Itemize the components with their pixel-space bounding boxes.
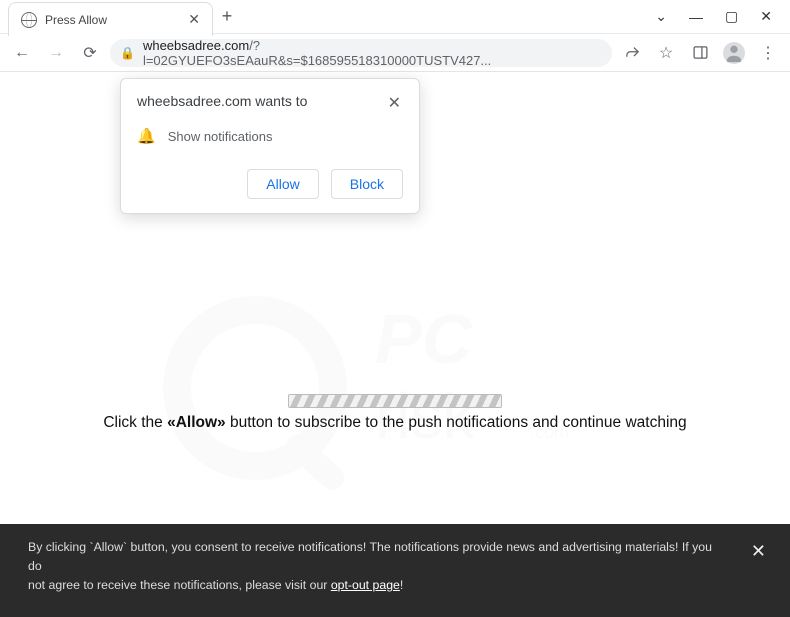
svg-text:PC: PC: [375, 300, 474, 378]
title-bar: Press Allow ✕ + ⌄ — ▢ ✕: [0, 0, 790, 34]
chevron-down-icon[interactable]: ⌄: [655, 8, 667, 25]
banner-line2b: !: [400, 578, 403, 592]
notification-permission-dialog: wheebsadree.com wants to ✕ 🔔 Show notifi…: [120, 78, 420, 214]
window-controls: ⌄ — ▢ ✕: [655, 0, 790, 33]
instruction-strong: «Allow»: [167, 414, 226, 431]
permission-origin: wheebsadree.com wants to: [137, 93, 307, 109]
url-text: wheebsadree.com/?l=02GYUEFO3sEAauR&s=$16…: [143, 38, 602, 68]
reload-button[interactable]: ⟳: [76, 39, 104, 67]
lock-icon: 🔒: [120, 46, 135, 60]
instruction-prefix: Click the: [103, 414, 167, 431]
side-panel-icon[interactable]: [686, 39, 714, 67]
bookmark-icon[interactable]: ☆: [652, 39, 680, 67]
tab-title: Press Allow: [45, 13, 176, 27]
profile-avatar[interactable]: [720, 39, 748, 67]
menu-button[interactable]: ⋮: [754, 39, 782, 67]
allow-button[interactable]: Allow: [247, 169, 318, 199]
block-button[interactable]: Block: [331, 169, 403, 199]
watermark-logo: PC risk .com: [125, 238, 665, 538]
new-tab-button[interactable]: +: [213, 0, 241, 33]
consent-banner: By clicking `Allow` button, you consent …: [0, 524, 790, 617]
address-bar[interactable]: 🔒 wheebsadree.com/?l=02GYUEFO3sEAauR&s=$…: [110, 39, 612, 67]
permission-label: Show notifications: [168, 129, 273, 144]
minimize-button[interactable]: —: [689, 9, 703, 25]
permission-close-button[interactable]: ✕: [386, 93, 403, 113]
back-button[interactable]: ←: [8, 39, 36, 67]
share-icon[interactable]: [618, 39, 646, 67]
instruction-text: Click the «Allow» button to subscribe to…: [0, 414, 790, 432]
toolbar: ← → ⟳ 🔒 wheebsadree.com/?l=02GYUEFO3sEAa…: [0, 34, 790, 72]
bell-icon: 🔔: [137, 127, 156, 145]
tab-close-button[interactable]: ✕: [184, 9, 204, 30]
banner-close-button[interactable]: ✕: [743, 538, 774, 566]
maximize-button[interactable]: ▢: [725, 8, 738, 25]
globe-icon: [21, 12, 37, 28]
banner-line1: By clicking `Allow` button, you consent …: [28, 540, 712, 573]
progress-bar: [288, 394, 502, 408]
close-window-button[interactable]: ✕: [760, 8, 772, 25]
opt-out-link[interactable]: opt-out page: [331, 578, 400, 592]
forward-button: →: [42, 39, 70, 67]
instruction-suffix: button to subscribe to the push notifica…: [226, 414, 687, 431]
banner-text: By clicking `Allow` button, you consent …: [28, 538, 743, 595]
browser-tab[interactable]: Press Allow ✕: [8, 2, 213, 36]
banner-line2a: not agree to receive these notifications…: [28, 578, 331, 592]
url-host: wheebsadree.com: [143, 38, 249, 53]
